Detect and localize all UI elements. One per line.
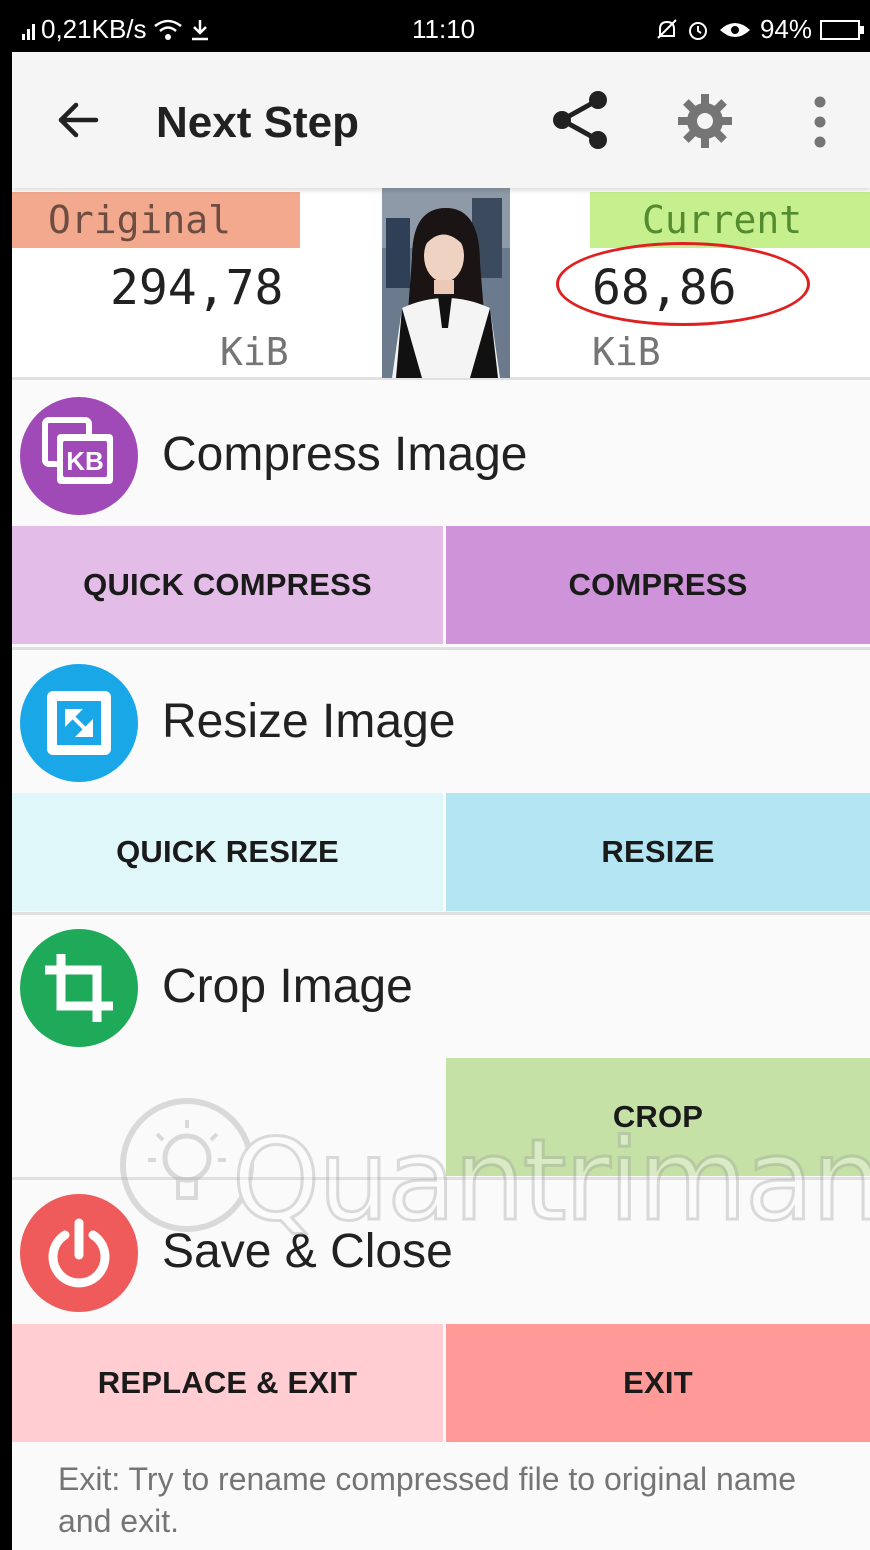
resize-button[interactable]: RESIZE (446, 793, 870, 911)
resize-buttons: QUICK RESIZE RESIZE (12, 793, 870, 911)
help-text-line: Exit: Try to rename compressed file to o… (58, 1461, 797, 1539)
compress-button[interactable]: COMPRESS (446, 526, 870, 644)
save-buttons: REPLACE & EXIT EXIT (12, 1324, 870, 1442)
crop-buttons: CROP (12, 1058, 870, 1176)
help-text: Exit: Try to rename compressed file to o… (58, 1458, 858, 1542)
quick-compress-button[interactable]: QUICK COMPRESS (12, 526, 443, 644)
exit-button[interactable]: EXIT (446, 1324, 870, 1442)
image-thumbnail[interactable] (382, 188, 510, 378)
crop-title: Crop Image (162, 960, 413, 1013)
crop-empty-slot (12, 1058, 443, 1176)
crop-glyph-icon (45, 954, 113, 1022)
alarm-icon (688, 21, 707, 40)
silent-bell-icon (657, 18, 677, 39)
original-size-value: 294,78 (110, 260, 284, 316)
size-info-panel: Original 294,78 KiB Current 68,86 KiB (12, 188, 870, 380)
app-toolbar: Next Step (12, 52, 870, 188)
resize-section-header: Resize Image (12, 650, 870, 790)
compress-section-header: KB Compress Image (12, 383, 870, 523)
crop-section-header: Crop Image (12, 915, 870, 1055)
status-right: 94% (656, 14, 864, 45)
power-glyph-icon (48, 1218, 110, 1288)
annotation-circle (556, 242, 810, 326)
page-title: Next Step (156, 98, 359, 147)
kb-glyph: KB (66, 446, 104, 476)
eye-icon (719, 22, 750, 37)
compress-buttons: QUICK COMPRESS COMPRESS (12, 526, 870, 644)
compress-icon: KB (20, 397, 138, 515)
network-speed: 0,21KB/s (41, 14, 147, 44)
signal-icon (22, 20, 35, 40)
resize-glyph-icon (47, 691, 111, 755)
crop-button[interactable]: CROP (446, 1058, 870, 1176)
crop-icon (20, 929, 138, 1047)
status-bar: 0,21KB/s 11:10 94% (0, 0, 870, 52)
current-label: Current (590, 192, 870, 248)
status-left: 0,21KB/s (22, 14, 211, 45)
compress-kb-icon: KB (42, 417, 113, 484)
compress-title: Compress Image (162, 428, 528, 481)
quick-resize-button[interactable]: QUICK RESIZE (12, 793, 443, 911)
save-section-header: Save & Close (12, 1180, 870, 1320)
more-vert-icon[interactable] (808, 94, 832, 150)
gear-icon[interactable] (676, 92, 734, 150)
original-label: Original (12, 192, 300, 248)
clock: 11:10 (412, 14, 476, 44)
resize-icon (20, 664, 138, 782)
app-screen: Next Step Original 294,78 KiB Current 68… (12, 52, 870, 1550)
replace-exit-button[interactable]: REPLACE & EXIT (12, 1324, 443, 1442)
original-size-unit: KiB (220, 330, 289, 374)
wifi-icon (153, 19, 182, 40)
battery-percent: 94% (759, 14, 812, 44)
battery-icon (820, 19, 864, 40)
power-icon (20, 1194, 138, 1312)
share-icon[interactable] (548, 88, 612, 152)
current-size-unit: KiB (592, 330, 661, 374)
resize-title: Resize Image (162, 695, 456, 748)
download-icon (191, 19, 208, 40)
save-title: Save & Close (162, 1225, 453, 1278)
back-arrow-icon[interactable] (50, 92, 106, 148)
